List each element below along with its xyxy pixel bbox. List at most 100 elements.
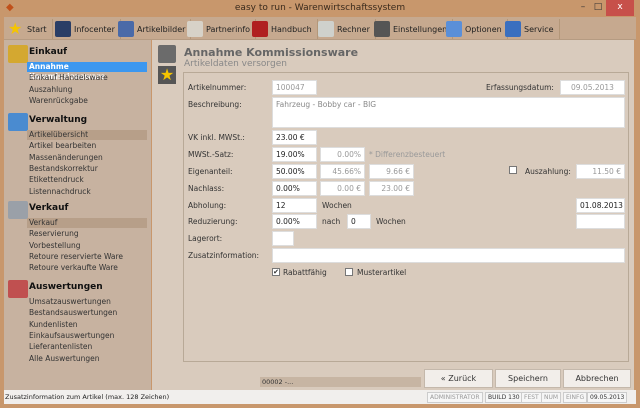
sidebar-item[interactable]: Lieferantenlisten <box>27 342 147 352</box>
page-title: Annahme Kommissionsware <box>184 46 359 59</box>
cancel-button[interactable]: Abbrechen <box>563 369 631 388</box>
toolbar-optionen-button[interactable]: Optionen <box>446 19 508 39</box>
nach-label: nach <box>322 217 341 226</box>
toolbar-partnerinfo-button[interactable]: Partnerinfo <box>187 19 257 39</box>
favorite-star-icon[interactable]: ★ <box>158 66 176 84</box>
close-button[interactable]: x <box>606 0 634 16</box>
sidebar-item[interactable]: Reservierung <box>27 229 147 239</box>
artikelnummer-field[interactable]: 100047 <box>272 80 317 95</box>
toolbar-rechner-button[interactable]: Rechner <box>318 19 376 39</box>
sidebar-item[interactable]: Verkauf <box>27 218 147 228</box>
mwst-diff-field: 0.00% <box>320 147 365 162</box>
toolbar-service-button[interactable]: Service <box>505 19 560 39</box>
sidebar-item[interactable]: Retoure verkaufte Ware <box>27 263 147 273</box>
rabattfaehig-label: Rabattfähig <box>283 268 327 277</box>
sidebar-item[interactable]: Retoure reservierte Ware <box>27 252 147 262</box>
mwst-label: MWSt.-Satz: <box>188 150 234 159</box>
rabattfaehig-checkbox[interactable]: ✔ <box>272 268 280 276</box>
sidebar-item[interactable]: Einkaufsauswertungen <box>27 331 147 341</box>
reduzierung-label: Reduzierung: <box>188 217 238 226</box>
page-subtitle: Artikeldaten versorgen <box>184 59 287 69</box>
sidebar-item[interactable]: Massenänderungen <box>27 153 147 163</box>
sidebar-item[interactable]: Bestandskorrektur <box>27 164 147 174</box>
sidebar-item[interactable]: Warenrückgabe <box>27 96 147 106</box>
toolbar-start-button[interactable]: ★ Start <box>8 19 53 39</box>
save-button[interactable]: Speichern <box>495 369 561 388</box>
service-icon <box>505 21 521 37</box>
star-icon: ★ <box>8 19 23 38</box>
sidebar-section-einkauf[interactable]: Einkauf <box>29 47 67 57</box>
status-fest: FEST <box>521 392 542 403</box>
lagerort-field[interactable] <box>272 231 294 246</box>
goods-icon <box>158 45 176 63</box>
sidebar-section-auswertungen[interactable]: Auswertungen <box>29 282 103 292</box>
auszahlung-checkbox[interactable] <box>509 166 517 174</box>
camera-icon <box>118 21 134 37</box>
eigenanteil-percent-field: 45.66% <box>320 164 365 179</box>
reduzierung-unit: Wochen <box>376 217 406 226</box>
sidebar-item[interactable]: Bestandsauswertungen <box>27 308 147 318</box>
musterartikel-label: Musterartikel <box>357 268 407 277</box>
sidebar-item[interactable]: Annahme Kommissionsware <box>27 62 147 81</box>
erfassungsdatum-label: Erfassungsdatum: <box>486 83 554 92</box>
sidebar-section-verkauf[interactable]: Verkauf <box>29 203 68 213</box>
minimize-button[interactable]: – <box>576 0 590 16</box>
sidebar-item[interactable]: Kundenlisten <box>27 320 147 330</box>
status-num: NUM <box>541 392 562 403</box>
sidebar-item[interactable]: Artikelübersicht <box>27 130 147 140</box>
sidebar-item[interactable]: Umsatzauswertungen <box>27 297 147 307</box>
sidebar-item[interactable]: Artikel bearbeiten <box>27 141 147 151</box>
auszahlung-label: Auszahlung: <box>525 167 571 176</box>
nachlass-label: Nachlass: <box>188 184 225 193</box>
status-date: 09.05.2013 <box>587 392 628 403</box>
sidebar-item[interactable]: Vorbestellung <box>27 241 147 251</box>
nachlass-field[interactable]: 0.00% <box>272 181 317 196</box>
sidebar-item[interactable]: Auszahlung <box>27 85 147 95</box>
status-hint: Zusatzinformation zum Artikel (max. 128 … <box>5 393 170 401</box>
eigenanteil-label: Eigenanteil: <box>188 167 233 176</box>
beschreibung-label: Beschreibung: <box>188 100 242 109</box>
nachlass-amount-field: 0.00 € <box>320 181 365 196</box>
toolbar-label: Artikelbilder <box>137 24 186 34</box>
abholung-unit: Wochen <box>322 201 352 210</box>
sidebar-section-verwaltung[interactable]: Verwaltung <box>29 115 87 125</box>
erfassungsdatum-field[interactable]: 09.05.2013 <box>560 80 625 95</box>
info-icon <box>55 21 71 37</box>
mwst-field[interactable]: 19.00% <box>272 147 317 162</box>
back-button[interactable]: « Zurück <box>424 369 493 388</box>
zusatz-field[interactable] <box>272 248 625 263</box>
vk-field[interactable]: 23.00 € <box>272 130 317 145</box>
zusatz-label: Zusatzinformation: <box>188 251 260 260</box>
chart-icon <box>8 280 28 298</box>
maximize-button[interactable]: □ <box>591 0 605 16</box>
sidebar-item[interactable]: Listennachdruck <box>27 187 147 197</box>
toolbar-label: Service <box>524 24 554 34</box>
status-einfg: EINFG <box>563 392 588 403</box>
toolbar-einstellungen-button[interactable]: Einstellungen <box>374 19 454 39</box>
coins-icon <box>8 45 28 63</box>
progress-field: 00002 -... <box>260 377 421 387</box>
reduzierung-date-field[interactable] <box>576 214 625 229</box>
sidebar-item[interactable]: Etikettendruck <box>27 175 147 185</box>
eigenanteil-field[interactable]: 50.00% <box>272 164 317 179</box>
artikelnummer-label: Artikelnummer: <box>188 83 247 92</box>
abholung-date-field[interactable]: 01.08.2013 <box>576 198 625 213</box>
abholung-field[interactable]: 12 <box>272 198 317 213</box>
sidebar-item[interactable]: Einkauf Handelsware <box>27 73 147 83</box>
musterartikel-checkbox[interactable] <box>345 268 353 276</box>
toolbar-artikelbilder-button[interactable]: Artikelbilder <box>118 19 192 39</box>
calculator-icon <box>318 21 334 37</box>
beschreibung-field[interactable]: Fahrzeug - Bobby car - BIG <box>272 97 625 128</box>
sidebar-item[interactable]: Alle Auswertungen <box>27 354 147 364</box>
document-icon <box>187 21 203 37</box>
toolbar-infocenter-button[interactable]: Infocenter <box>55 19 121 39</box>
tools-icon <box>374 21 390 37</box>
reduzierung-weeks-field[interactable]: 0 <box>347 214 371 229</box>
options-icon <box>446 21 462 37</box>
vk-label: VK inkl. MWSt.: <box>188 133 245 142</box>
auszahlung-field: 11.50 € <box>576 164 625 179</box>
reduzierung-field[interactable]: 0.00% <box>272 214 317 229</box>
toolbar-handbuch-button[interactable]: Handbuch <box>252 19 318 39</box>
abholung-label: Abholung: <box>188 201 227 210</box>
status-build: BUILD 130 <box>485 392 523 403</box>
